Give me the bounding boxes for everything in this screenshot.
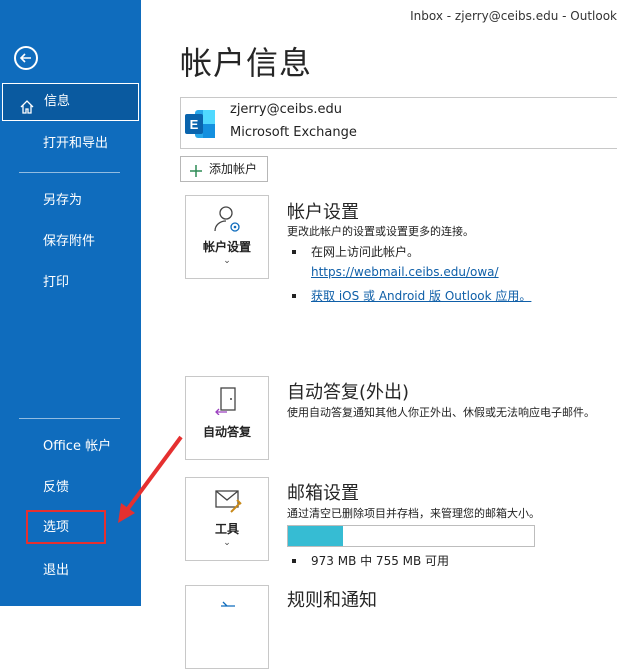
- mailbox-broom-icon: [213, 486, 243, 520]
- mailbox-usage-fill: [288, 526, 344, 546]
- bullet-icon: [292, 250, 296, 254]
- add-account-button[interactable]: 添加帐户: [180, 156, 268, 182]
- svg-text:E: E: [190, 117, 199, 132]
- section-title: 自动答复(外出): [287, 382, 410, 403]
- sidebar-item-label: 另存为: [43, 193, 83, 208]
- sidebar-item-save-as[interactable]: 另存为: [0, 191, 141, 211]
- section-title: 邮箱设置: [287, 483, 359, 504]
- bullet-icon: [292, 294, 296, 298]
- sidebar-item-label: 退出: [43, 563, 70, 578]
- sidebar-item-label: 保存附件: [43, 234, 96, 249]
- section-description: 通过清空已删除项目并存档，来管理您的邮箱大小。: [287, 507, 540, 520]
- bullet-text: 在网上访问此帐户。: [311, 245, 420, 259]
- window-title: Inbox - zjerry@ceibs.edu - Outlook: [410, 9, 617, 23]
- sidebar-item-print[interactable]: 打印: [0, 273, 141, 293]
- mailbox-usage-bar: [287, 525, 535, 547]
- rules-alerts-button[interactable]: [185, 585, 269, 669]
- account-email: zjerry@ceibs.edu: [230, 102, 342, 117]
- sidebar-item-label: 打印: [43, 275, 70, 290]
- door-arrow-icon: [213, 385, 243, 419]
- main-panel: Inbox - zjerry@ceibs.edu - Outlook 帐户信息 …: [141, 0, 617, 669]
- section-title: 帐户设置: [287, 202, 359, 223]
- sidebar-item-label: 信息: [44, 94, 71, 109]
- automatic-replies-button[interactable]: 自动答复: [185, 376, 269, 460]
- divider: [19, 172, 120, 173]
- bullet-icon: [292, 559, 296, 563]
- storage-text: 973 MB 中 755 MB 可用: [311, 554, 450, 568]
- sidebar-item-label: Office 帐户: [43, 439, 112, 454]
- tools-button[interactable]: 工具 ⌄: [185, 477, 269, 561]
- owa-link[interactable]: https://webmail.ceibs.edu/owa/: [311, 265, 499, 279]
- tile-label: 帐户设置: [202, 240, 251, 254]
- sidebar-item-office-account[interactable]: Office 帐户: [0, 437, 141, 457]
- account-type: Microsoft Exchange: [230, 125, 357, 140]
- section-description: 使用自动答复通知其他人你正外出、休假或无法响应电子邮件。: [287, 406, 595, 419]
- chevron-down-icon: ⌄: [223, 256, 231, 266]
- add-account-label: 添加帐户: [209, 162, 258, 176]
- sidebar-item-info[interactable]: 信息: [2, 83, 139, 121]
- sidebar-item-label: 反馈: [43, 480, 70, 495]
- chevron-down-icon: ⌄: [223, 538, 231, 548]
- sidebar-item-save-attachments[interactable]: 保存附件: [0, 232, 141, 252]
- back-arrow-icon[interactable]: [14, 46, 38, 70]
- home-icon: [19, 94, 35, 130]
- tile-label: 自动答复: [202, 425, 251, 439]
- plus-icon: [189, 162, 203, 186]
- account-settings-button[interactable]: 帐户设置 ⌄: [185, 195, 269, 279]
- mobile-app-link[interactable]: 获取 iOS 或 Android 版 Outlook 应用。: [311, 287, 531, 304]
- tile-label: 工具: [214, 522, 239, 536]
- divider: [19, 418, 120, 419]
- rules-icon: [213, 594, 243, 628]
- exchange-icon: E: [185, 108, 219, 144]
- section-title: 规则和通知: [287, 590, 377, 611]
- account-selector[interactable]: E zjerry@ceibs.edu Microsoft Exchange: [180, 97, 617, 149]
- options-highlight-box: [26, 510, 106, 544]
- sidebar-item-label: 打开和导出: [43, 136, 109, 151]
- section-description: 更改此帐户的设置或设置更多的连接。: [287, 225, 474, 238]
- page-title: 帐户信息: [180, 44, 313, 82]
- sidebar-item-feedback[interactable]: 反馈: [0, 478, 141, 498]
- sidebar-item-exit[interactable]: 退出: [0, 561, 141, 581]
- person-gear-icon: [213, 204, 243, 238]
- sidebar-item-open-export[interactable]: 打开和导出: [0, 134, 141, 154]
